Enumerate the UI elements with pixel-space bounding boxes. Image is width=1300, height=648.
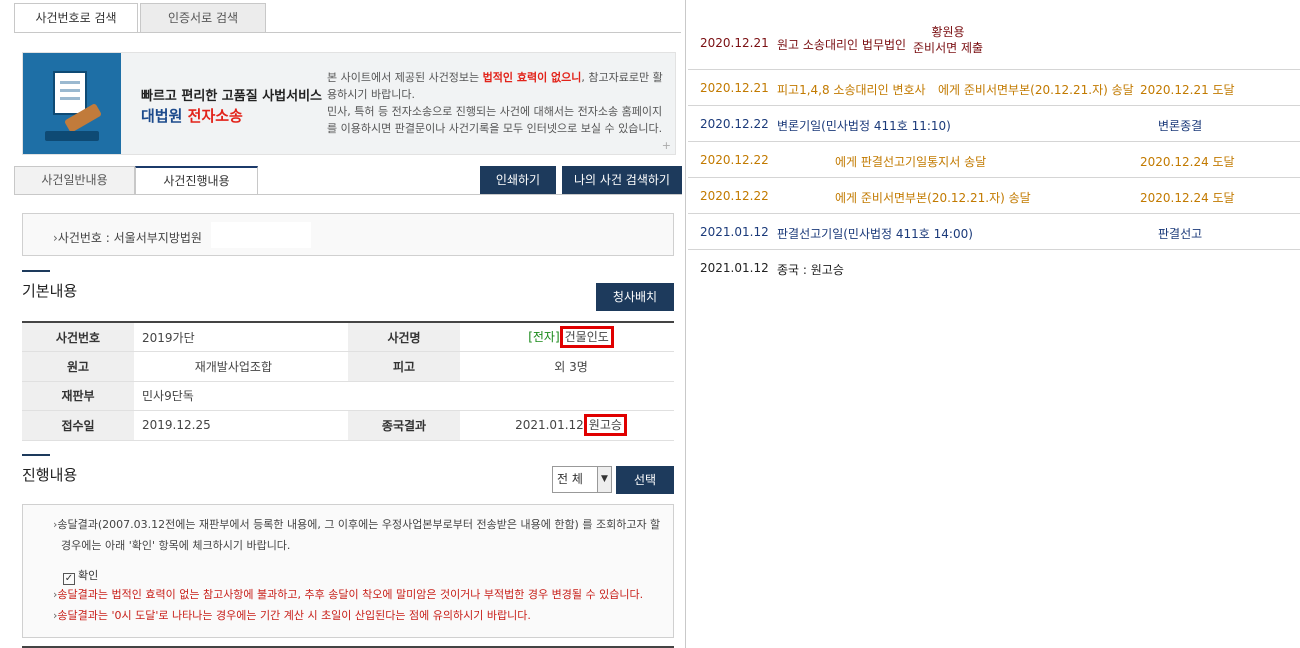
- progress-records-list: 2020.12.21 원고 소송대리인 법무법인 황원용 준비서면 제출 202…: [688, 22, 1300, 286]
- header-defendant: 피고: [348, 351, 460, 382]
- record-content-detail: 에게 준비서면부본(20.12.21.자) 송달: [938, 83, 1134, 97]
- redacted-area: [211, 222, 311, 248]
- confirm-checkbox[interactable]: ✓ 확인: [63, 567, 98, 585]
- record-content: 변론기일(민사법정 411호 11:10): [777, 119, 951, 133]
- table-row: 사건번호 2019가단 사건명 [전자] 건물인도: [22, 322, 674, 352]
- table-row: 재판부 민사9단독: [22, 381, 674, 411]
- record-stack-line1: 황원용: [931, 25, 965, 39]
- ecourt-banner[interactable]: 빠르고 편리한 고품질 사법서비스 대법원 전자소송 본 사이트에서 제공된 사…: [22, 52, 676, 155]
- progress-title: 진행내용: [22, 466, 78, 484]
- courthouse-layout-button[interactable]: 청사배치: [596, 283, 674, 311]
- brand-prefix: 대법원: [141, 107, 183, 125]
- gavel-document-icon: [23, 53, 121, 154]
- record-content: 판결선고기일(민사법정 411호 14:00): [777, 227, 973, 241]
- record-result: 2020.12.24 도달: [1140, 155, 1235, 169]
- basic-info-table: 사건번호 2019가단 사건명 [전자] 건물인도 원고 재개발사업조합 피고 외…: [22, 321, 674, 441]
- record-date: 2020.12.21: [700, 36, 769, 50]
- banner-brand: 대법원 전자소송: [141, 105, 243, 126]
- case-detail-tabs: 사건일반내용 사건진행내용: [14, 166, 258, 195]
- record-content: 종국 : 원고승: [777, 263, 844, 277]
- record-date: 2020.12.22: [700, 189, 769, 203]
- plus-icon[interactable]: +: [662, 139, 671, 152]
- tab-case-progress[interactable]: 사건진행내용: [135, 166, 258, 195]
- checkbox-label: 확인: [78, 569, 99, 582]
- header-plaintiff: 원고: [22, 351, 134, 382]
- record-date: 2020.12.21: [700, 81, 769, 95]
- value-plaintiff: 재개발사업조합: [134, 351, 348, 382]
- table-row: 접수일 2019.12.25 종국결과 2021.01.12 원고승: [22, 410, 674, 441]
- case-name-highlight: 건물인도: [559, 326, 614, 348]
- record-content-detail: 에게 준비서면부본(20.12.21.자) 송달: [835, 191, 1031, 205]
- banner-text-part1: 본 사이트에서 제공된 사건정보는: [327, 71, 483, 84]
- tab-case-number-search[interactable]: 사건번호로 검색: [14, 3, 138, 33]
- tab-divider: [14, 32, 681, 33]
- final-result-date: 2021.01.12: [515, 418, 584, 433]
- record-date: 2020.12.22: [700, 117, 769, 131]
- value-final-result: 2021.01.12 원고승: [460, 410, 674, 441]
- tab-case-general[interactable]: 사건일반내용: [14, 166, 135, 195]
- list-item: 2021.01.12 종국 : 원고승: [688, 250, 1300, 286]
- banner-warning: 법적인 효력이 없으니: [482, 71, 582, 84]
- case-number-label: 사건번호 : 서울서부지방법원: [53, 229, 202, 246]
- print-button[interactable]: 인쇄하기: [480, 166, 556, 194]
- value-case-number: 2019가단: [134, 322, 348, 352]
- brand-suffix: 전자소송: [187, 107, 243, 125]
- checkbox-check-icon[interactable]: ✓: [63, 573, 75, 585]
- search-mode-tabs: 사건번호로 검색 인증서로 검색: [14, 3, 266, 33]
- list-item: 2021.01.12 판결선고기일(민사법정 411호 14:00) 판결선고: [688, 214, 1300, 250]
- basic-info-title: 기본내용: [22, 282, 78, 300]
- header-final-result: 종국결과: [348, 410, 460, 441]
- value-court-division: 민사9단독: [134, 381, 674, 411]
- record-result: 변론종결: [1158, 119, 1203, 133]
- record-result: 2020.12.24 도달: [1140, 191, 1235, 205]
- list-item: 2020.12.21 피고1,4,8 소송대리인 변호사 에게 준비서면부본(2…: [688, 70, 1300, 106]
- notice-line2: 경우에는 아래 '확인' 항목에 체크하시기 바랍니다.: [61, 539, 291, 552]
- list-item: 2020.12.22 변론기일(민사법정 411호 11:10) 변론종결: [688, 106, 1300, 142]
- header-court-division: 재판부: [22, 381, 134, 411]
- record-result: 2020.12.21 도달: [1140, 83, 1235, 97]
- record-content: 원고 소송대리인 법무법인: [777, 38, 907, 52]
- record-date: 2020.12.22: [700, 153, 769, 167]
- notice-warning2: 송달결과는 '0시 도달'로 나타나는 경우에는 기간 계산 시 초일이 산입된…: [53, 606, 530, 626]
- header-case-name: 사건명: [348, 322, 460, 352]
- progress-filter-select[interactable]: 전 체 ▼: [552, 466, 612, 493]
- notice-warning1: 송달결과는 법적인 효력이 없는 참고사항에 불과하고, 추후 송달이 착오에 …: [53, 585, 643, 605]
- electronic-tag: [전자]: [528, 330, 560, 344]
- value-defendant: 외 3명: [460, 351, 674, 382]
- value-case-name: [전자] 건물인도: [460, 322, 674, 352]
- filter-selected-value: 전 체: [557, 472, 583, 486]
- record-date: 2021.01.12: [700, 261, 769, 275]
- section-accent: [22, 270, 50, 272]
- record-stacked-text: 황원용 준비서면 제출: [913, 24, 983, 56]
- header-filing-date: 접수일: [22, 410, 134, 441]
- my-case-search-button[interactable]: 나의 사건 검색하기: [562, 166, 682, 194]
- list-item: 2020.12.21 원고 소송대리인 법무법인 황원용 준비서면 제출: [688, 22, 1300, 70]
- subtab-divider: [14, 194, 682, 195]
- record-stack-line2: 준비서면 제출: [913, 41, 984, 55]
- record-content-detail: 에게 판결선고기일통지서 송달: [835, 155, 987, 169]
- header-case-number: 사건번호: [22, 322, 134, 352]
- list-item: 2020.12.22 에게 준비서면부본(20.12.21.자) 송달 2020…: [688, 178, 1300, 214]
- table-row: 원고 재개발사업조합 피고 외 3명: [22, 351, 674, 382]
- banner-text-line2: 민사, 특허 등 전자소송으로 진행되는 사건에 대해서는 전자소송 홈페이지를…: [327, 105, 663, 135]
- case-search-panel: 사건번호로 검색 인증서로 검색 빠르고 편리한 고품질 사법서비스 대법원 전…: [0, 0, 686, 648]
- section-accent: [22, 454, 50, 456]
- final-result-highlight: 원고승: [583, 414, 627, 437]
- tab-certificate-search[interactable]: 인증서로 검색: [140, 3, 266, 33]
- notice-line1: 송달결과(2007.03.12전에는 재판부에서 등록한 내용에, 그 이후에는…: [53, 515, 660, 535]
- case-number-box: 사건번호 : 서울서부지방법원: [22, 213, 674, 256]
- list-item: 2020.12.22 에게 판결선고기일통지서 송달 2020.12.24 도달: [688, 142, 1300, 178]
- banner-headline: 빠르고 편리한 고품질 사법서비스: [141, 89, 323, 104]
- record-date: 2021.01.12: [700, 225, 769, 239]
- chevron-down-icon[interactable]: ▼: [597, 467, 611, 492]
- record-result: 판결선고: [1158, 227, 1203, 241]
- value-filing-date: 2019.12.25: [134, 410, 348, 441]
- delivery-notice-box: 송달결과(2007.03.12전에는 재판부에서 등록한 내용에, 그 이후에는…: [22, 504, 674, 638]
- record-content: 피고1,4,8 소송대리인 변호사: [777, 83, 926, 97]
- banner-notice-text: 본 사이트에서 제공된 사건정보는 법적인 효력이 없으니, 참고자료로만 활용…: [327, 69, 667, 137]
- select-button[interactable]: 선택: [616, 466, 674, 494]
